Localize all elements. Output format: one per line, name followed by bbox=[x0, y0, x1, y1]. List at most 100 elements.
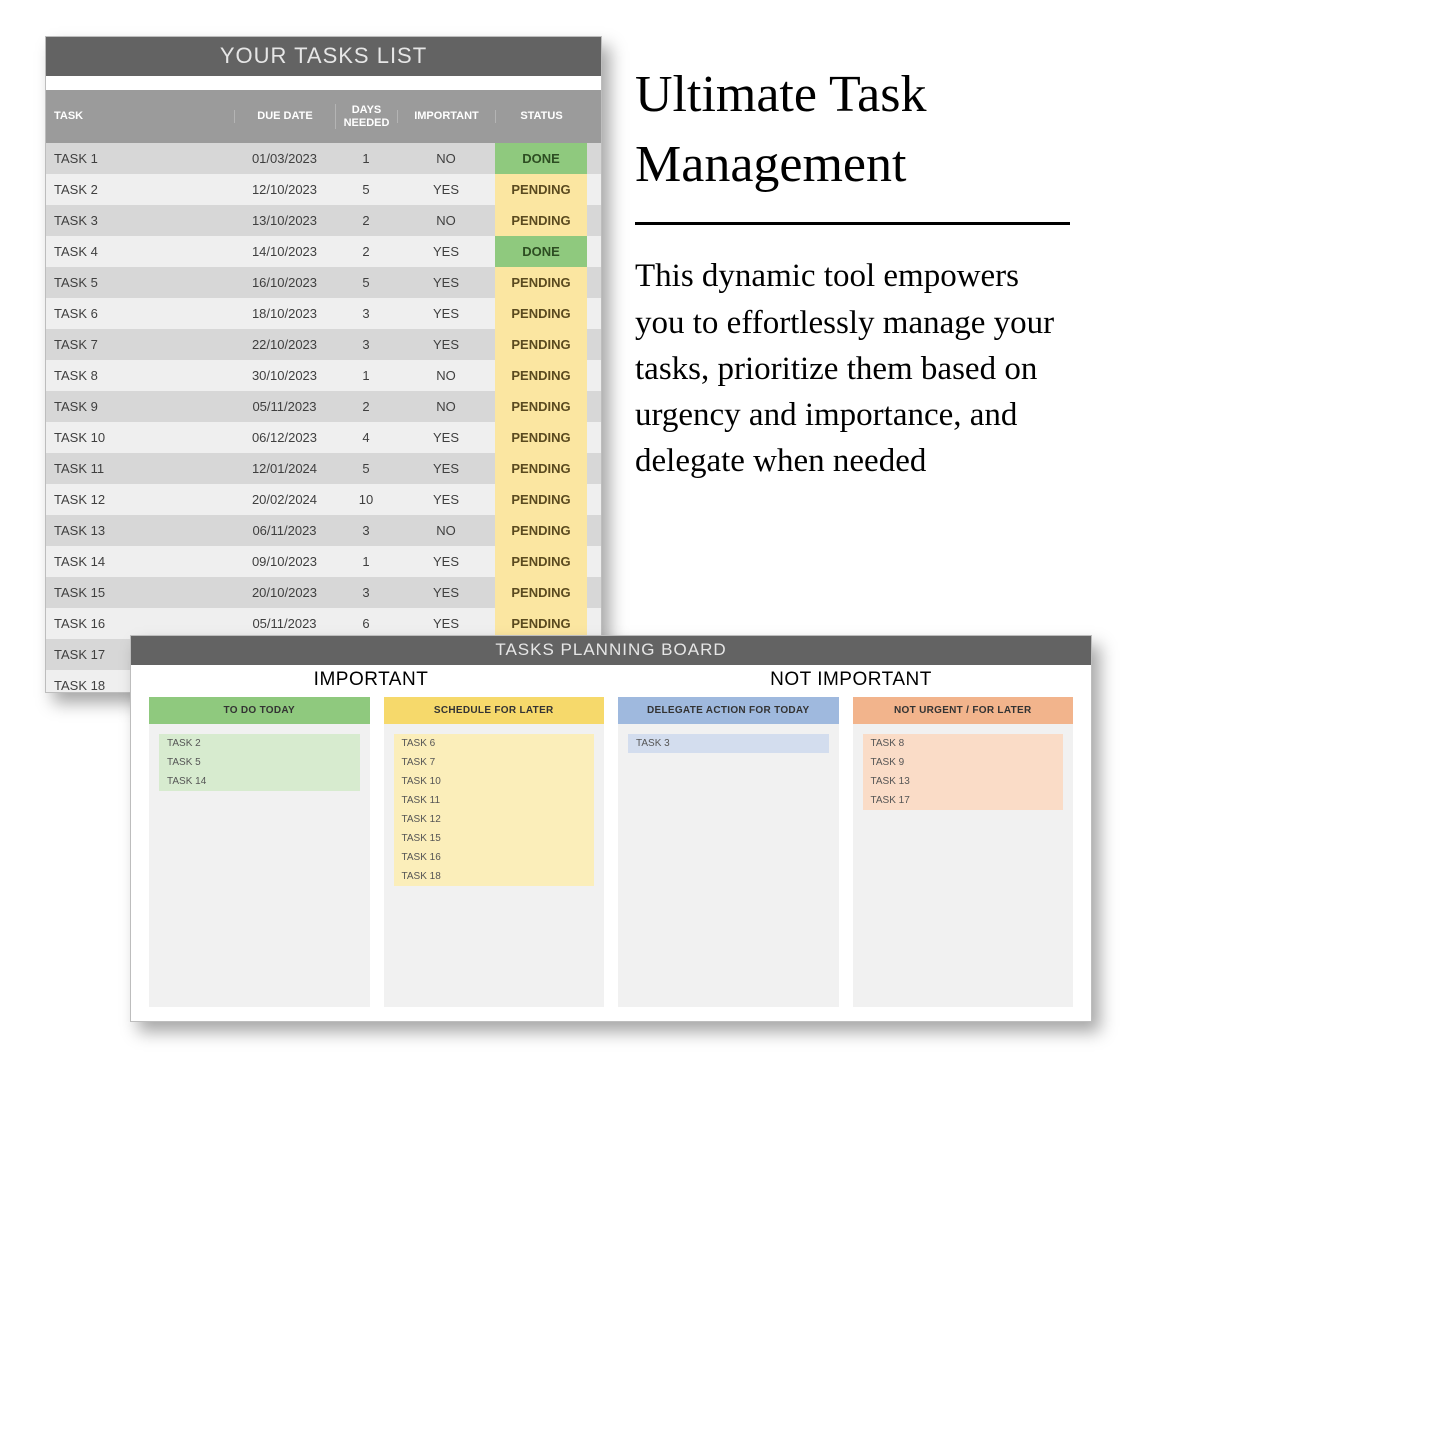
cell-important: NO bbox=[397, 205, 495, 236]
cell-due: 20/10/2023 bbox=[234, 577, 335, 608]
board-sections-row: IMPORTANT NOT IMPORTANT bbox=[131, 665, 1091, 697]
cell-status: DONE bbox=[495, 236, 587, 267]
board-column-header: NOT URGENT / FOR LATER bbox=[853, 697, 1074, 724]
board-item: TASK 12 bbox=[394, 810, 595, 829]
cell-important: YES bbox=[397, 174, 495, 205]
cell-status: PENDING bbox=[495, 298, 587, 329]
board-column: TO DO TODAY TASK 2TASK 5TASK 14 bbox=[149, 697, 370, 1007]
table-row: TASK 1006/12/20234YESPENDING bbox=[46, 422, 601, 453]
col-important: IMPORTANT bbox=[397, 110, 495, 123]
cell-status: PENDING bbox=[495, 422, 587, 453]
cell-due: 13/10/2023 bbox=[234, 205, 335, 236]
cell-status: PENDING bbox=[495, 360, 587, 391]
cell-days: 4 bbox=[335, 422, 397, 453]
cell-due: 18/10/2023 bbox=[234, 298, 335, 329]
section-not-important: NOT IMPORTANT bbox=[611, 669, 1091, 691]
table-row: TASK 1520/10/20233YESPENDING bbox=[46, 577, 601, 608]
cell-due: 05/11/2023 bbox=[234, 391, 335, 422]
tasks-list-card: YOUR TASKS LIST TASK DUE DATE DAYS NEEDE… bbox=[45, 36, 602, 693]
cell-days: 3 bbox=[335, 577, 397, 608]
table-row: TASK 1112/01/20245YESPENDING bbox=[46, 453, 601, 484]
board-item: TASK 8 bbox=[863, 734, 1064, 753]
cell-days: 1 bbox=[335, 360, 397, 391]
board-item: TASK 17 bbox=[863, 791, 1064, 810]
board-item: TASK 3 bbox=[628, 734, 829, 753]
cell-due: 22/10/2023 bbox=[234, 329, 335, 360]
table-row: TASK 212/10/20235YESPENDING bbox=[46, 174, 601, 205]
cell-status: PENDING bbox=[495, 515, 587, 546]
cell-important: NO bbox=[397, 515, 495, 546]
cell-days: 1 bbox=[335, 143, 397, 174]
cell-important: YES bbox=[397, 422, 495, 453]
cell-task: TASK 7 bbox=[46, 329, 234, 360]
cell-task: TASK 1 bbox=[46, 143, 234, 174]
cell-due: 20/02/2024 bbox=[234, 484, 335, 515]
cell-important: NO bbox=[397, 143, 495, 174]
cell-task: TASK 9 bbox=[46, 391, 234, 422]
tasks-list-title: YOUR TASKS LIST bbox=[46, 37, 601, 76]
tasks-header-row: TASK DUE DATE DAYS NEEDED IMPORTANT STAT… bbox=[46, 90, 601, 143]
cell-status: PENDING bbox=[495, 267, 587, 298]
cell-due: 06/11/2023 bbox=[234, 515, 335, 546]
table-row: TASK 516/10/20235YESPENDING bbox=[46, 267, 601, 298]
cell-days: 5 bbox=[335, 174, 397, 205]
board-item: TASK 7 bbox=[394, 753, 595, 772]
cell-task: TASK 15 bbox=[46, 577, 234, 608]
promo-title: Ultimate Task Management bbox=[635, 60, 1070, 200]
cell-days: 2 bbox=[335, 391, 397, 422]
table-row: TASK 1306/11/20233NOPENDING bbox=[46, 515, 601, 546]
cell-important: YES bbox=[397, 267, 495, 298]
cell-task: TASK 12 bbox=[46, 484, 234, 515]
col-task: TASK bbox=[46, 110, 234, 123]
table-row: TASK 1409/10/20231YESPENDING bbox=[46, 546, 601, 577]
cell-task: TASK 3 bbox=[46, 205, 234, 236]
cell-status: PENDING bbox=[495, 391, 587, 422]
board-item: TASK 13 bbox=[863, 772, 1064, 791]
cell-status: PENDING bbox=[495, 484, 587, 515]
cell-days: 2 bbox=[335, 236, 397, 267]
cell-status: PENDING bbox=[495, 577, 587, 608]
cell-due: 01/03/2023 bbox=[234, 143, 335, 174]
table-row: TASK 313/10/20232NOPENDING bbox=[46, 205, 601, 236]
col-due: DUE DATE bbox=[234, 110, 335, 123]
board-item: TASK 10 bbox=[394, 772, 595, 791]
table-row: TASK 1220/02/202410YESPENDING bbox=[46, 484, 601, 515]
board-column: NOT URGENT / FOR LATERTASK 8TASK 9TASK 1… bbox=[853, 697, 1074, 1007]
cell-due: 09/10/2023 bbox=[234, 546, 335, 577]
col-days: DAYS NEEDED bbox=[335, 104, 397, 129]
cell-days: 3 bbox=[335, 515, 397, 546]
table-row: TASK 414/10/20232YESDONE bbox=[46, 236, 601, 267]
board-title: TASKS PLANNING BOARD bbox=[131, 636, 1091, 665]
board-column-list: TASK 2TASK 5TASK 14 bbox=[159, 734, 360, 791]
cell-days: 5 bbox=[335, 453, 397, 484]
board-column-list: TASK 8TASK 9TASK 13TASK 17 bbox=[863, 734, 1064, 810]
cell-task: TASK 2 bbox=[46, 174, 234, 205]
cell-status: PENDING bbox=[495, 205, 587, 236]
board-column-header: TO DO TODAY bbox=[149, 697, 370, 724]
cell-task: TASK 5 bbox=[46, 267, 234, 298]
table-row: TASK 905/11/20232NOPENDING bbox=[46, 391, 601, 422]
cell-task: TASK 10 bbox=[46, 422, 234, 453]
cell-task: TASK 4 bbox=[46, 236, 234, 267]
cell-important: YES bbox=[397, 546, 495, 577]
cell-important: NO bbox=[397, 391, 495, 422]
promo-body: This dynamic tool empowers you to effort… bbox=[635, 253, 1070, 484]
board-item: TASK 9 bbox=[863, 753, 1064, 772]
board-column: SCHEDULE FOR LATERTASK 6TASK 7TASK 10TAS… bbox=[384, 697, 605, 1007]
cell-task: TASK 11 bbox=[46, 453, 234, 484]
board-column: DELEGATE ACTION FOR TODAYTASK 3 bbox=[618, 697, 839, 1007]
cell-days: 10 bbox=[335, 484, 397, 515]
board-column-list: TASK 6TASK 7TASK 10TASK 11TASK 12TASK 15… bbox=[394, 734, 595, 886]
cell-due: 14/10/2023 bbox=[234, 236, 335, 267]
board-item: TASK 2 bbox=[159, 734, 360, 753]
cell-status: PENDING bbox=[495, 174, 587, 205]
board-item: TASK 15 bbox=[394, 829, 595, 848]
board-item: TASK 6 bbox=[394, 734, 595, 753]
cell-days: 2 bbox=[335, 205, 397, 236]
divider bbox=[635, 222, 1070, 225]
cell-status: DONE bbox=[495, 143, 587, 174]
cell-due: 12/01/2024 bbox=[234, 453, 335, 484]
board-item: TASK 16 bbox=[394, 848, 595, 867]
cell-days: 1 bbox=[335, 546, 397, 577]
cell-days: 5 bbox=[335, 267, 397, 298]
